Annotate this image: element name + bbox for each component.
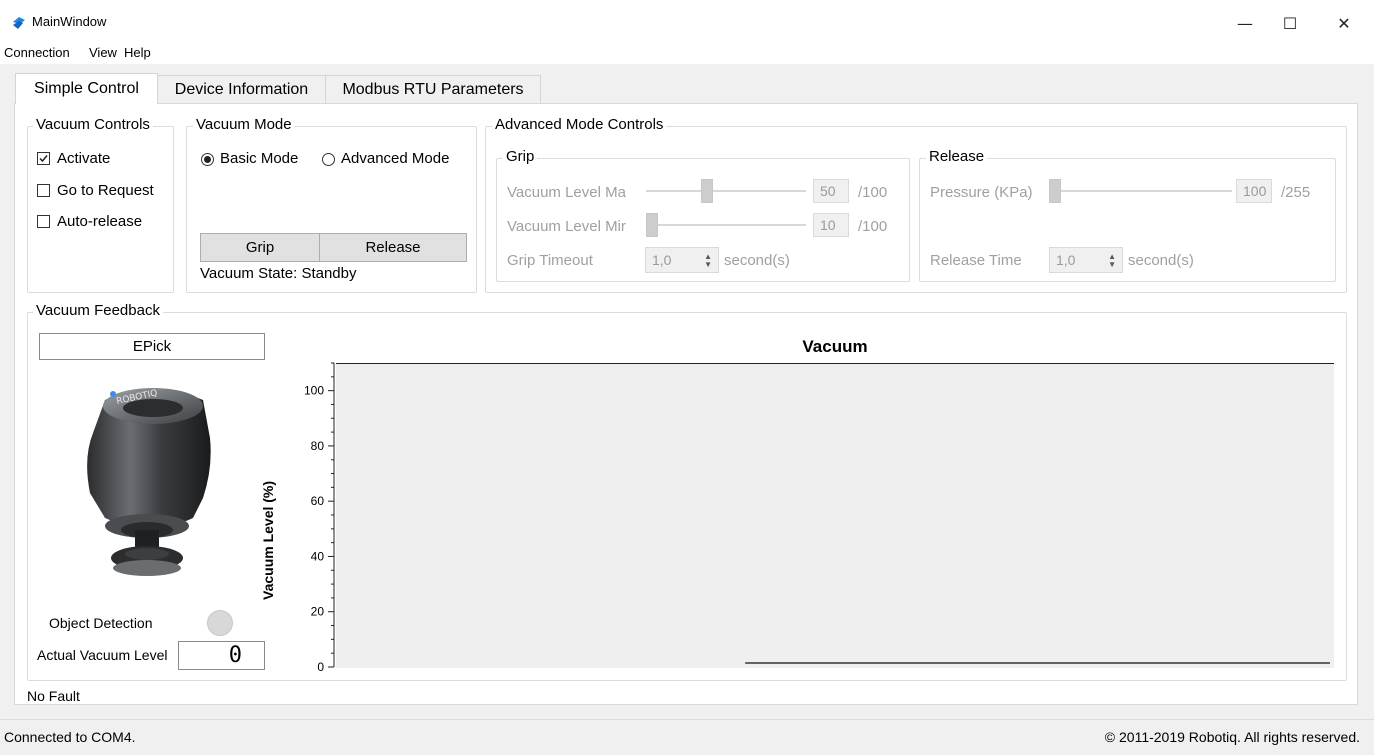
release-time-value: 1,0 bbox=[1056, 252, 1076, 268]
tab-simple-control[interactable]: Simple Control bbox=[15, 73, 158, 104]
pressure-label: Pressure (KPa) bbox=[930, 184, 1033, 201]
actual-vacuum-lcd: 0 bbox=[178, 641, 265, 670]
grip-button[interactable]: Grip bbox=[200, 233, 320, 262]
chart-title: Vacuum bbox=[802, 337, 868, 356]
status-copyright: © 2011-2019 Robotiq. All rights reserved… bbox=[1104, 729, 1360, 745]
vacuum-chart: 0 20 40 60 80 100 bbox=[304, 362, 1330, 674]
epick-gripper-image: ROBOTIQ bbox=[87, 388, 211, 576]
basic-mode-radio[interactable] bbox=[201, 153, 214, 166]
release-time-label: Release Time bbox=[930, 252, 1022, 269]
pressure-slider-handle[interactable] bbox=[1049, 179, 1061, 203]
object-detection-indicator bbox=[207, 610, 233, 636]
vacuum-level-min-label: Vacuum Level Mir bbox=[507, 218, 626, 235]
vacuum-state-label: Vacuum State: Standby bbox=[200, 265, 357, 282]
menu-view[interactable]: View bbox=[89, 45, 117, 60]
window-title: MainWindow bbox=[32, 14, 107, 29]
advanced-mode-radio[interactable] bbox=[322, 153, 335, 166]
activate-label: Activate bbox=[57, 150, 111, 167]
y-tick-label: 20 bbox=[311, 605, 325, 619]
activate-checkbox[interactable] bbox=[37, 152, 50, 165]
go-to-request-checkbox[interactable] bbox=[37, 184, 50, 197]
menu-connection[interactable]: Connection bbox=[4, 45, 70, 60]
y-tick-label: 60 bbox=[311, 494, 325, 508]
vacuum-max-slider-handle[interactable] bbox=[701, 179, 713, 203]
pressure-field[interactable]: 100 bbox=[1236, 179, 1272, 203]
checkmark-icon bbox=[39, 155, 48, 163]
grip-timeout-label: Grip Timeout bbox=[507, 252, 593, 269]
grip-timeout-value: 1,0 bbox=[652, 252, 672, 268]
y-axis-label: Vacuum Level (%) bbox=[260, 480, 276, 600]
object-detection-label: Object Detection bbox=[49, 615, 153, 631]
menu-help[interactable]: Help bbox=[124, 45, 151, 60]
grip-timeout-spinbox[interactable]: 1,0 ▲ ▼ bbox=[645, 247, 719, 273]
vacuum-max-field[interactable]: 50 bbox=[813, 179, 849, 203]
y-tick-label: 100 bbox=[304, 384, 324, 398]
vacuum-min-field[interactable]: 10 bbox=[813, 213, 849, 237]
tab-modbus-rtu-parameters[interactable]: Modbus RTU Parameters bbox=[325, 75, 541, 103]
title-bar bbox=[0, 0, 1374, 40]
vacuum-min-slider-handle[interactable] bbox=[646, 213, 658, 237]
vacuum-mode-title: Vacuum Mode bbox=[193, 116, 295, 133]
release-subgroup-title: Release bbox=[926, 148, 988, 165]
release-time-spinbox[interactable]: 1,0 ▲ ▼ bbox=[1049, 247, 1123, 273]
y-tick-label: 0 bbox=[317, 660, 324, 674]
app-icon bbox=[13, 17, 25, 29]
vacuum-feedback-title: Vacuum Feedback bbox=[33, 302, 163, 319]
fault-text: No Fault bbox=[27, 688, 80, 704]
minimize-icon[interactable]: — bbox=[1223, 10, 1267, 36]
maximize-icon[interactable]: ☐ bbox=[1268, 10, 1312, 36]
vacuum-max-unit: /100 bbox=[858, 184, 888, 201]
auto-release-checkbox[interactable] bbox=[37, 215, 50, 228]
device-name-field: EPick bbox=[39, 333, 265, 360]
spin-arrows-icon[interactable]: ▲ ▼ bbox=[1108, 253, 1116, 269]
vacuum-level-max-label: Vacuum Level Ma bbox=[507, 184, 626, 201]
go-to-request-label: Go to Request bbox=[57, 182, 154, 199]
y-tick-label: 80 bbox=[311, 439, 325, 453]
vacuum-max-slider-track[interactable] bbox=[646, 190, 806, 192]
vacuum-min-slider-track[interactable] bbox=[646, 224, 806, 226]
vacuum-min-unit: /100 bbox=[858, 218, 888, 235]
release-time-unit: second(s) bbox=[1128, 252, 1194, 269]
release-button[interactable]: Release bbox=[319, 233, 467, 262]
grip-subgroup-title: Grip bbox=[503, 148, 538, 165]
vacuum-controls-title: Vacuum Controls bbox=[33, 116, 153, 133]
actual-vacuum-level-label: Actual Vacuum Level bbox=[37, 647, 168, 663]
auto-release-label: Auto-release bbox=[57, 213, 143, 230]
menu-bar bbox=[0, 40, 1374, 64]
status-connection: Connected to COM4. bbox=[4, 729, 136, 745]
pressure-slider-track[interactable] bbox=[1049, 190, 1232, 192]
grip-timeout-unit: second(s) bbox=[724, 252, 790, 269]
advanced-mode-title: Advanced Mode Controls bbox=[492, 116, 667, 133]
basic-mode-label: Basic Mode bbox=[220, 150, 299, 167]
advanced-mode-label: Advanced Mode bbox=[341, 150, 450, 167]
tab-device-information[interactable]: Device Information bbox=[157, 75, 326, 103]
y-tick-label: 40 bbox=[311, 549, 325, 563]
close-icon[interactable]: ✕ bbox=[1322, 10, 1366, 36]
spin-arrows-icon[interactable]: ▲ ▼ bbox=[704, 253, 712, 269]
pressure-unit: /255 bbox=[1281, 184, 1311, 201]
